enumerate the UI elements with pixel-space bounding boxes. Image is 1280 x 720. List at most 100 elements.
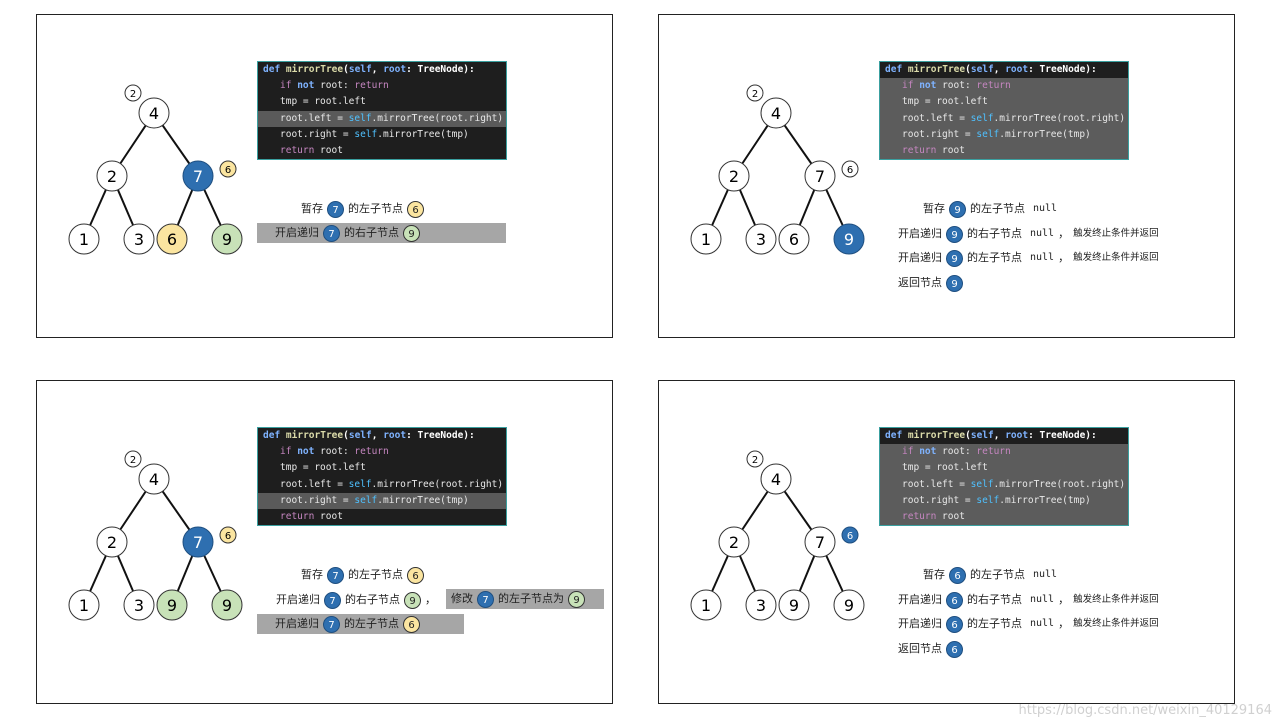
depth-tag: 2 [746, 84, 764, 102]
tree-node-7: 7 [182, 526, 214, 558]
tree-node-3: 3 [123, 589, 155, 621]
saved-left-tag: 6 [841, 526, 859, 544]
code-line-if: if not root: return [280, 446, 389, 457]
tree-node-1: 1 [68, 223, 100, 255]
step-recurse-right: 开启递归 7 的右子节点 9， [276, 591, 436, 609]
svg-text:3: 3 [134, 230, 144, 249]
svg-text:3: 3 [134, 596, 144, 615]
tree-node-leaf-4: 9 [211, 589, 243, 621]
step-recurse-left: 开启递归 6 的左子节点 null，触发终止条件并返回 [898, 615, 1159, 633]
tree-node-root: 4 [760, 97, 792, 129]
step-save: 暂存 9 的左子节点 null [923, 200, 1058, 218]
svg-text:6: 6 [167, 230, 177, 249]
code-line-def: def mirrorTree(self, root: TreeNode): [880, 428, 1128, 444]
tree-node-root: 4 [760, 463, 792, 495]
code-line-right: root.right = self.mirrorTree(tmp) [280, 129, 469, 140]
watermark: https://blog.csdn.net/weixin_40129164 [1018, 703, 1272, 718]
depth-tag: 2 [124, 84, 142, 102]
svg-text:1: 1 [79, 230, 89, 249]
svg-text:1: 1 [701, 230, 711, 249]
svg-text:9: 9 [844, 596, 854, 615]
svg-text:6: 6 [847, 531, 853, 542]
svg-text:9: 9 [789, 596, 799, 615]
tree-node-7: 7 [182, 160, 214, 192]
code-line-tmp: tmp = root.left [902, 462, 988, 473]
step-return: 返回节点 9 [898, 273, 963, 293]
svg-text:2: 2 [752, 455, 758, 466]
step-recurse-left: 开启递归 9 的左子节点 null，触发终止条件并返回 [898, 249, 1159, 267]
step-return: 返回节点 6 [898, 639, 963, 659]
tree-node-3: 3 [123, 223, 155, 255]
code-block: def mirrorTree(self, root: TreeNode): if… [879, 427, 1129, 526]
code-line-def: def mirrorTree(self, root: TreeNode): [880, 62, 1128, 78]
code-line-return: return root [280, 145, 343, 156]
code-block: def mirrorTree(self, root: TreeNode): if… [257, 61, 507, 160]
svg-text:4: 4 [771, 470, 781, 489]
tree-node-2: 2 [718, 526, 750, 558]
tree-node-1: 1 [690, 223, 722, 255]
svg-text:2: 2 [107, 533, 117, 552]
step-recurse-left: 开启递归 7 的左子节点 6 [257, 614, 464, 634]
code-line-right: root.right = self.mirrorTree(tmp) [902, 495, 1091, 506]
tree-node-leaf-4: 9 [833, 589, 865, 621]
svg-text:9: 9 [222, 230, 232, 249]
code-line-right: root.right = self.mirrorTree(tmp) [902, 129, 1091, 140]
svg-text:9: 9 [844, 230, 854, 249]
svg-text:2: 2 [752, 89, 758, 100]
tree-node-leaf-3: 6 [156, 223, 188, 255]
svg-text:1: 1 [701, 596, 711, 615]
tree-node-root: 4 [138, 463, 170, 495]
code-block: def mirrorTree(self, root: TreeNode): if… [257, 427, 507, 526]
code-line-if: if not root: return [280, 80, 389, 91]
tree-node-1: 1 [690, 589, 722, 621]
panel-step-3: 4 2 7 1 3 9 9 2 6 def mirrorTree(self, r… [36, 380, 613, 704]
code-line-right: root.right = self.mirrorTree(tmp) [258, 493, 506, 509]
step-recurse-right: 开启递归 6 的右子节点 null，触发终止条件并返回 [898, 591, 1159, 609]
saved-left-tag: 6 [219, 526, 237, 544]
code-line-return: return root [280, 511, 343, 522]
tree-node-leaf-3: 9 [778, 589, 810, 621]
svg-text:2: 2 [130, 89, 136, 100]
svg-text:6: 6 [225, 531, 231, 542]
depth-tag: 2 [746, 450, 764, 468]
tree-node-2: 2 [96, 160, 128, 192]
depth-tag: 2 [124, 450, 142, 468]
tree-node-1: 1 [68, 589, 100, 621]
panel-step-2: 4 2 7 1 3 6 9 2 6 def mirrorTree(self, r… [658, 14, 1235, 338]
tree-node-leaf-4: 9 [211, 223, 243, 255]
step-recurse-right: 开启递归 9 的右子节点 null，触发终止条件并返回 [898, 225, 1159, 243]
svg-text:2: 2 [729, 533, 739, 552]
panel-step-1: 4 2 7 1 3 6 9 2 6 def mirrorTree(self, r… [36, 14, 613, 338]
step-save: 暂存 6 的左子节点 null [923, 566, 1058, 584]
code-line-tmp: tmp = root.left [902, 96, 988, 107]
code-line-if: if not root: return [902, 446, 1011, 457]
code-line-left: root.left = self.mirrorTree(root.right) [902, 113, 1126, 124]
tree-node-3: 3 [745, 589, 777, 621]
code-line-tmp: tmp = root.left [280, 462, 366, 473]
step-save: 暂存 7 的左子节点 6 [301, 199, 424, 219]
svg-text:7: 7 [815, 167, 825, 186]
saved-left-tag: 6 [219, 160, 237, 178]
svg-text:2: 2 [130, 455, 136, 466]
svg-text:3: 3 [756, 230, 766, 249]
tree-node-7: 7 [804, 160, 836, 192]
code-line-if: if not root: return [902, 80, 1011, 91]
code-line-def: def mirrorTree(self, root: TreeNode): [263, 430, 475, 441]
svg-text:6: 6 [225, 165, 231, 176]
svg-text:2: 2 [107, 167, 117, 186]
svg-text:9: 9 [222, 596, 232, 615]
tree-node-leaf-3: 6 [778, 223, 810, 255]
saved-left-tag: 6 [841, 160, 859, 178]
code-line-tmp: tmp = root.left [280, 96, 366, 107]
tree-node-2: 2 [718, 160, 750, 192]
panel-step-4: 4 2 7 1 3 9 9 2 6 def mirrorTree(self, r… [658, 380, 1235, 704]
svg-text:6: 6 [789, 230, 799, 249]
code-line-left: root.left = self.mirrorTree(root.right) [902, 479, 1126, 490]
code-line-return: return root [902, 145, 965, 156]
tree-node-3: 3 [745, 223, 777, 255]
code-block: def mirrorTree(self, root: TreeNode): if… [879, 61, 1129, 160]
svg-text:6: 6 [847, 165, 853, 176]
tree-node-leaf-4: 9 [833, 223, 865, 255]
svg-text:7: 7 [193, 167, 203, 186]
code-line-return: return root [902, 511, 965, 522]
